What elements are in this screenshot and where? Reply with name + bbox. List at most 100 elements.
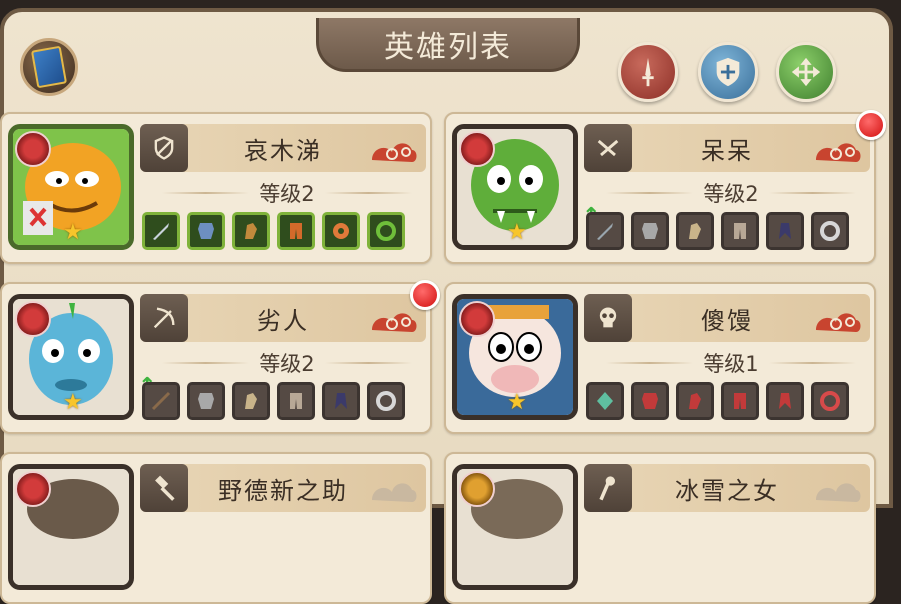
- equipment-slot-armor[interactable]: [631, 212, 669, 250]
- sword-item-icon: [153, 223, 169, 240]
- equipment-slot-gear[interactable]: [322, 212, 360, 250]
- hero-book-button[interactable]: [20, 38, 78, 96]
- cloud-ornament-icon: [816, 483, 861, 502]
- sword-icon: [642, 57, 654, 87]
- star-icon: ★: [63, 390, 83, 415]
- hero-level: 等级2: [259, 182, 315, 206]
- equipment-slot-pants[interactable]: [721, 382, 759, 420]
- hero-portrait: ★: [452, 124, 578, 250]
- equipment-slot-armor[interactable]: [187, 212, 225, 250]
- gloves-item-icon: [689, 223, 701, 239]
- hero-portrait: [8, 464, 134, 590]
- hero-portrait: ★: [452, 294, 578, 420]
- equipment-slot-gear[interactable]: [766, 212, 804, 250]
- hero-namebar: 呆呆: [584, 124, 870, 172]
- gear-item-icon: [779, 223, 791, 239]
- hero-card[interactable]: 冰雪之女: [444, 452, 876, 604]
- equipment-slot-pants[interactable]: [277, 382, 315, 420]
- book-icon: [30, 45, 68, 89]
- equipment-slot-gloves[interactable]: [232, 212, 270, 250]
- daggers-class-icon: [584, 124, 632, 172]
- equipment-slot-ring[interactable]: [811, 382, 849, 420]
- armor-item-icon: [642, 223, 658, 239]
- hero-level: 等级1: [703, 352, 759, 376]
- gloves-item-icon: [689, 393, 701, 409]
- hero-name: 冰雪之女: [675, 476, 779, 505]
- hero-card[interactable]: ★ 呆呆 等级2 ↑: [444, 110, 886, 264]
- armor-item-icon: [642, 393, 658, 409]
- equipment-slot-gloves[interactable]: [232, 382, 270, 420]
- hero-card[interactable]: ★ 劣人 等级2 ↑: [0, 280, 440, 434]
- equipment-slots: [142, 382, 405, 420]
- hero-badge: [15, 301, 51, 337]
- equipment-slot-armor[interactable]: [631, 382, 669, 420]
- shield-icon: [716, 57, 740, 87]
- hero-level: 等级2: [259, 352, 315, 376]
- hero-portrait: ★: [8, 294, 134, 420]
- hero-card[interactable]: 野德新之助: [0, 452, 432, 604]
- hero-name: 哀木涕: [244, 136, 322, 165]
- equipment-slot-weapon[interactable]: [142, 382, 180, 420]
- hero-badge: [15, 471, 51, 507]
- cloud-ornament-icon: [372, 313, 417, 332]
- hero-namebar: 劣人: [140, 294, 426, 342]
- defense-filter-button[interactable]: [698, 42, 758, 102]
- move-arrows-icon: [791, 57, 821, 87]
- new-notification-dot: [410, 280, 440, 310]
- gloves-item-icon: [245, 393, 257, 409]
- page-title: 英雄列表: [384, 29, 512, 65]
- equipment-slot-gloves[interactable]: [676, 212, 714, 250]
- hero-name: 劣人: [257, 306, 309, 335]
- hero-name: 傻馒: [701, 306, 753, 335]
- armor-item-icon: [198, 223, 214, 239]
- equipment-slot-pants[interactable]: [277, 212, 315, 250]
- skull-class-icon: [584, 294, 632, 342]
- gear-item-icon: [335, 393, 347, 409]
- ring-item-icon: [820, 391, 840, 411]
- equipment-slot-weapon[interactable]: [586, 212, 624, 250]
- hero-badge: [459, 301, 495, 337]
- equipment-slot-gear[interactable]: [322, 382, 360, 420]
- equipment-slot-ring[interactable]: [367, 212, 405, 250]
- pants-item-icon: [290, 393, 302, 409]
- hammer-class-icon: [140, 464, 188, 512]
- hero-name: 野德新之助: [218, 476, 348, 505]
- equipment-slot-ring[interactable]: [367, 382, 405, 420]
- pants-item-icon: [734, 393, 746, 409]
- equipment-slot-weapon[interactable]: [142, 212, 180, 250]
- cloud-ornament-icon: [816, 143, 861, 162]
- bow-item-icon: [151, 391, 171, 411]
- attack-filter-button[interactable]: [618, 42, 678, 102]
- equipment-slot-pants[interactable]: [721, 212, 759, 250]
- star-icon: ★: [507, 220, 527, 245]
- hero-level-row: 等级2: [152, 348, 422, 378]
- equipment-slots: [586, 212, 849, 250]
- hero-card[interactable]: ★ 傻馒 等级1: [444, 282, 876, 434]
- pants-item-icon: [290, 223, 302, 239]
- hero-level-row: 等级2: [152, 178, 422, 208]
- cloud-ornament-icon: [372, 483, 417, 502]
- shield-class-icon: [140, 124, 188, 172]
- ring-item-icon: [376, 391, 396, 411]
- hero-level: 等级2: [703, 182, 759, 206]
- hero-namebar: 傻馒: [584, 294, 870, 342]
- pants-item-icon: [734, 223, 746, 239]
- hero-badge: [459, 131, 495, 167]
- armor-item-icon: [198, 393, 214, 409]
- equipment-slot-gear[interactable]: [766, 382, 804, 420]
- hero-badge: [15, 131, 51, 167]
- hero-portrait: ★: [8, 124, 134, 250]
- sword-item-icon: [597, 223, 613, 240]
- hero-card[interactable]: ★ 哀木涕 等级2: [0, 112, 432, 264]
- equipment-slot-armor[interactable]: [187, 382, 225, 420]
- equipment-slots: [142, 212, 405, 250]
- ring-item-icon: [376, 221, 396, 241]
- equipment-slot-gloves[interactable]: [676, 382, 714, 420]
- hero-name: 呆呆: [701, 136, 753, 165]
- hero-namebar: 哀木涕: [140, 124, 426, 172]
- equipment-slots: [586, 382, 849, 420]
- equipment-slot-weapon[interactable]: [586, 382, 624, 420]
- support-filter-button[interactable]: [776, 42, 836, 102]
- equipment-slot-ring[interactable]: [811, 212, 849, 250]
- hero-portrait: [452, 464, 578, 590]
